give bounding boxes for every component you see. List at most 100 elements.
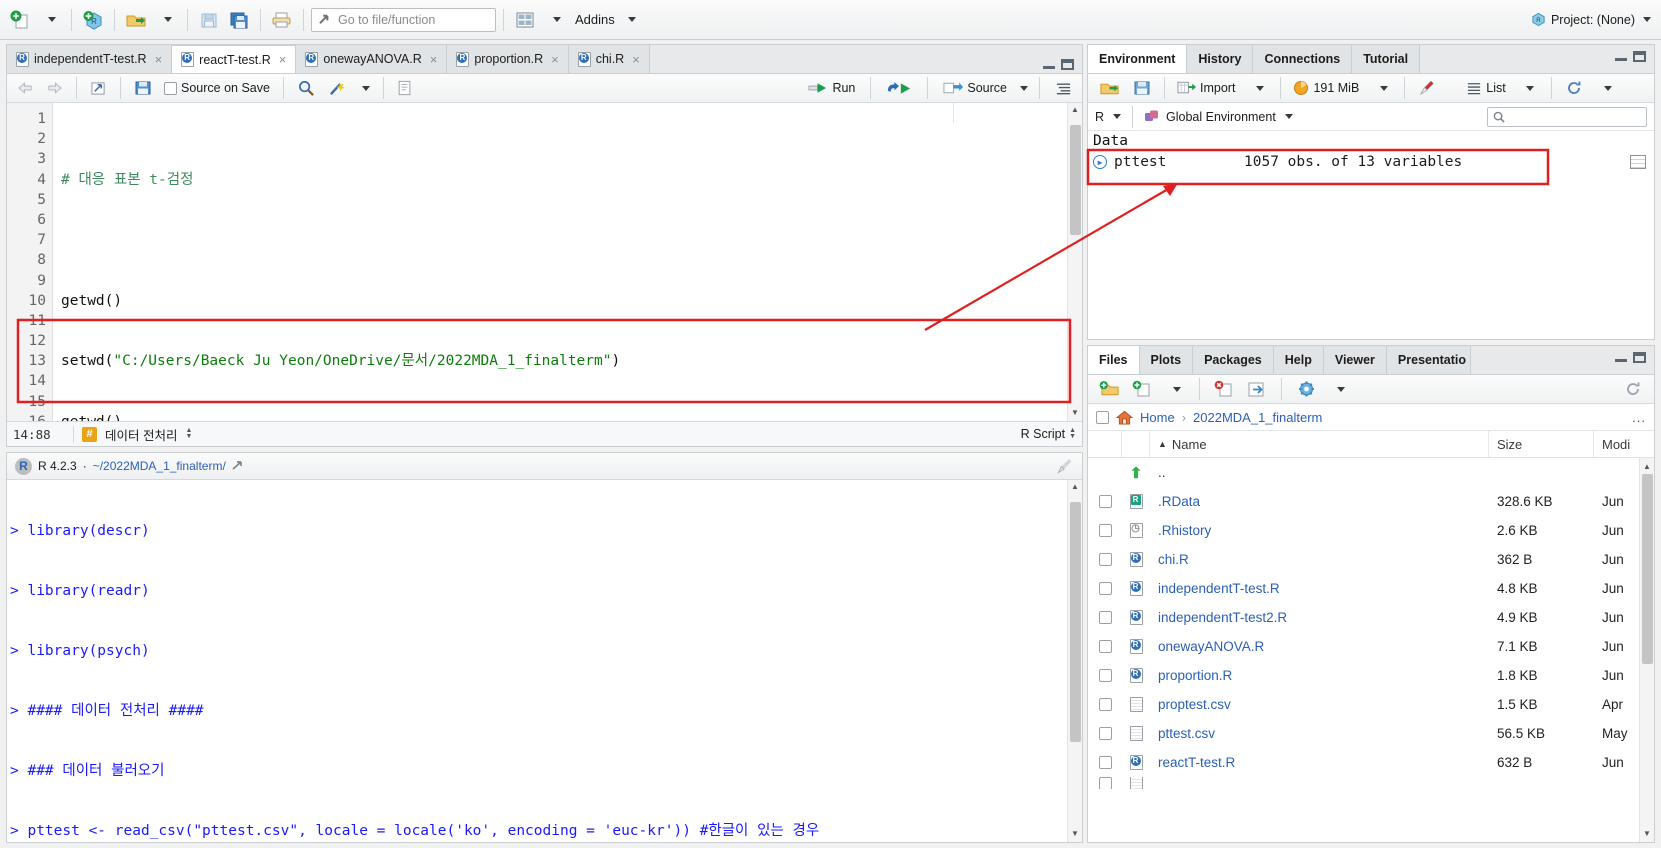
open-file-button[interactable] <box>122 6 150 34</box>
save-workspace-button[interactable] <box>1128 74 1156 102</box>
scope-stepper[interactable]: ▲ ▼ <box>185 427 192 440</box>
run-button[interactable]: Run <box>804 79 859 97</box>
tab-help[interactable]: Help <box>1273 346 1324 374</box>
file-row[interactable]: onewayANOVA.R 7.1 KB Jun <box>1088 632 1654 661</box>
row-checkbox[interactable] <box>1098 756 1112 769</box>
breadcrumb-more[interactable]: ... <box>1632 410 1646 425</box>
row-checkbox[interactable] <box>1098 582 1112 595</box>
tab-connections[interactable]: Connections <box>1253 45 1353 73</box>
environment-search-input[interactable] <box>1487 106 1647 127</box>
select-all-checkbox[interactable] <box>1096 410 1109 424</box>
tab-packages[interactable]: Packages <box>1193 346 1274 374</box>
goto-file-function[interactable]: Go to file/function <box>311 7 496 32</box>
row-checkbox[interactable] <box>1098 524 1112 537</box>
scroll-down-icon[interactable]: ▼ <box>1071 406 1079 419</box>
row-checkbox[interactable] <box>1098 495 1112 508</box>
scope-dropdown[interactable] <box>1284 114 1293 119</box>
editor-scrollbar[interactable]: ▲ ▼ <box>1067 103 1082 421</box>
file-name[interactable]: onewayANOVA.R <box>1150 639 1489 654</box>
breadcrumb-home[interactable]: Home <box>1140 410 1175 425</box>
delete-button[interactable] <box>1210 375 1238 403</box>
file-row[interactable]: proportion.R 1.8 KB Jun <box>1088 661 1654 690</box>
close-icon[interactable]: × <box>430 52 438 67</box>
project-selector[interactable]: R Project: (None) <box>1531 12 1655 27</box>
workspace-panes-dropdown[interactable] <box>541 6 569 34</box>
source-tab-chi[interactable]: chi.R × <box>568 45 650 73</box>
scroll-down-icon[interactable]: ▼ <box>1071 827 1079 840</box>
file-row[interactable]: reactT-test.R 632 B Jun <box>1088 748 1654 777</box>
row-checkbox[interactable] <box>1098 727 1112 740</box>
file-row-parent[interactable]: ⬆ .. <box>1088 458 1654 487</box>
row-checkbox[interactable] <box>1098 669 1112 682</box>
environment-object-list[interactable]: Data ▶ pttest 1057 obs. of 13 variables <box>1088 131 1654 339</box>
file-row[interactable]: pttest.csv 56.5 KB May <box>1088 719 1654 748</box>
memory-usage-button[interactable]: 191 MiB <box>1289 78 1363 98</box>
save-button[interactable] <box>195 6 223 34</box>
rename-button[interactable] <box>1243 375 1271 403</box>
file-name[interactable]: pttest.csv <box>1150 726 1489 741</box>
file-name[interactable]: .. <box>1150 465 1489 480</box>
language-dropdown[interactable] <box>1113 114 1122 119</box>
view-data-icon[interactable] <box>1630 155 1646 169</box>
view-mode-dropdown[interactable] <box>1515 74 1543 102</box>
view-mode-button[interactable]: List <box>1462 79 1509 97</box>
header-name[interactable]: ▲ Name <box>1150 431 1489 457</box>
tab-files[interactable]: Files <box>1088 346 1140 374</box>
forward-button[interactable] <box>42 79 67 97</box>
row-checkbox[interactable] <box>1098 553 1112 566</box>
scroll-thumb[interactable] <box>1070 125 1081 235</box>
compile-report-button[interactable] <box>393 78 416 98</box>
new-file-button[interactable] <box>6 6 34 34</box>
file-name[interactable]: proptest.csv <box>1150 697 1489 712</box>
maximize-icon[interactable] <box>1633 351 1646 363</box>
refresh-files-button[interactable] <box>1619 375 1647 403</box>
import-dataset-button[interactable]: Import <box>1173 78 1239 98</box>
code-tools-dropdown[interactable] <box>355 84 374 93</box>
header-size[interactable]: Size <box>1489 431 1594 457</box>
scroll-up-icon[interactable]: ▲ <box>1071 103 1079 116</box>
language-selector-label[interactable]: R <box>1095 110 1104 124</box>
new-project-button[interactable]: R <box>79 6 107 34</box>
chevron-down-icon[interactable] <box>1643 17 1651 22</box>
source-on-save-toggle[interactable]: Source on Save <box>160 79 274 97</box>
tab-environment[interactable]: Environment <box>1088 45 1188 73</box>
checkbox[interactable] <box>164 81 177 95</box>
maximize-icon[interactable] <box>1061 59 1074 70</box>
new-blank-file-button[interactable] <box>1128 375 1156 403</box>
current-scope-label[interactable]: 데이터 전처리 <box>105 425 177 444</box>
breadcrumb-folder[interactable]: 2022MDA_1_finalterm <box>1193 410 1322 425</box>
row-checkbox[interactable] <box>1098 611 1112 624</box>
file-row[interactable]: chi.R 362 B Jun <box>1088 545 1654 574</box>
tab-viewer[interactable]: Viewer <box>1323 346 1387 374</box>
source-tab-reactT-test[interactable]: reactT-test.R × <box>172 45 297 73</box>
file-row[interactable]: independentT-test2.R 4.9 KB Jun <box>1088 603 1654 632</box>
environment-scope-label[interactable]: Global Environment <box>1166 110 1276 124</box>
addins-dropdown[interactable] <box>617 6 645 34</box>
close-icon[interactable]: × <box>279 52 287 67</box>
row-checkbox[interactable] <box>1098 777 1112 789</box>
file-name[interactable]: reactT-test.R <box>1150 755 1489 770</box>
tab-tutorial[interactable]: Tutorial <box>1352 45 1421 73</box>
document-type-label[interactable]: R Script <box>1021 427 1065 441</box>
home-icon[interactable] <box>1116 410 1133 425</box>
memory-dropdown[interactable] <box>1368 74 1396 102</box>
find-replace-button[interactable] <box>293 78 320 99</box>
import-dropdown[interactable] <box>1244 74 1272 102</box>
minimize-icon[interactable] <box>1615 353 1627 362</box>
new-blank-file-dropdown[interactable] <box>1161 375 1189 403</box>
files-list[interactable]: ⬆ .. .RData 328.6 KB Jun <box>1088 458 1654 842</box>
maximize-icon[interactable] <box>1633 50 1646 62</box>
file-row[interactable]: proptest.csv 1.5 KB Apr <box>1088 690 1654 719</box>
back-button[interactable] <box>13 79 38 97</box>
source-tab-proportion[interactable]: proportion.R × <box>447 45 569 73</box>
source-button[interactable]: Source <box>939 79 1011 97</box>
new-folder-button[interactable] <box>1095 375 1123 403</box>
scroll-up-icon[interactable]: ▲ <box>1071 480 1079 493</box>
close-icon[interactable]: × <box>632 52 640 67</box>
row-checkbox[interactable] <box>1098 698 1112 711</box>
file-row[interactable]: .Rhistory 2.6 KB Jun <box>1088 516 1654 545</box>
minimize-icon[interactable] <box>1615 52 1627 61</box>
clear-console-button[interactable] <box>1056 457 1074 475</box>
more-settings-button[interactable] <box>1292 375 1320 403</box>
new-file-dropdown[interactable] <box>36 6 64 34</box>
